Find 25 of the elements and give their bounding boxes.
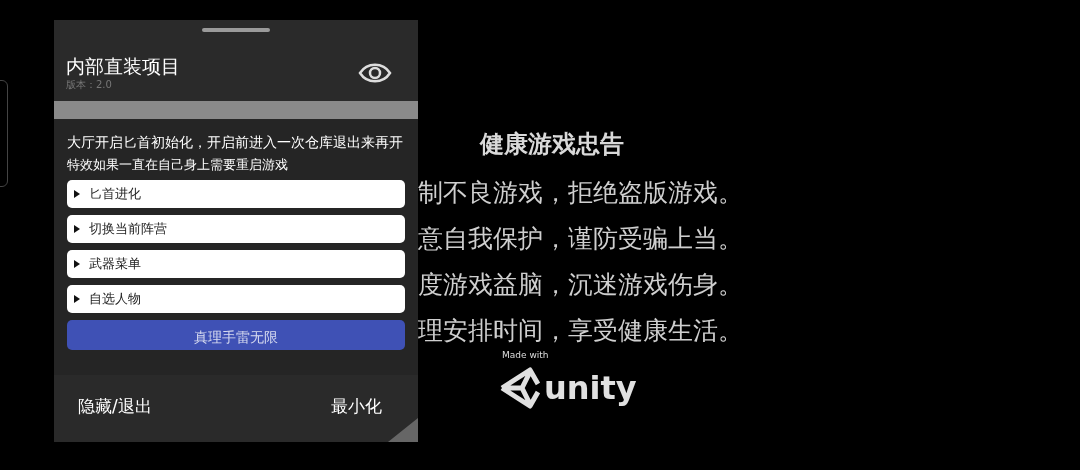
caret-right-icon — [73, 260, 81, 268]
menu-item[interactable]: 武器菜单 — [67, 250, 405, 278]
menu-item[interactable]: 切换当前阵营 — [67, 215, 405, 243]
panel-title: 内部直装项目 — [66, 54, 180, 78]
action-button[interactable]: 真理手雷无限 — [67, 320, 405, 350]
notice-line: 制不良游戏，拒绝盗版游戏。 — [418, 177, 743, 209]
logo-text: unity — [544, 370, 637, 406]
minimize-button[interactable]: 最小化 — [331, 393, 382, 420]
notice-title: 健康游戏忠告 — [480, 129, 625, 160]
hide-exit-button[interactable]: 隐藏/退出 — [78, 393, 152, 420]
notice-text: 大厅开启匕首初始化，开启前进入一次仓库退出来再开 — [67, 133, 404, 151]
made-with-label: Made with — [502, 350, 550, 361]
menu-item[interactable]: 匕首进化 — [67, 180, 405, 208]
caret-right-icon — [73, 295, 81, 303]
resize-handle-icon[interactable] — [388, 418, 418, 442]
version-label: 版本：2.0 — [66, 78, 113, 91]
notice-text: 特效如果一直在自己身上需要重启游戏 — [67, 156, 289, 174]
caret-right-icon — [73, 225, 81, 233]
caret-right-icon — [73, 190, 81, 198]
notice-line: 度游戏益脑，沉迷游戏伤身。 — [418, 269, 743, 301]
cube-logo-icon — [500, 367, 540, 409]
drag-handle[interactable] — [202, 28, 270, 32]
notice-line: 意自我保护，谨防受骗上当。 — [418, 223, 743, 255]
menu-item[interactable]: 自选人物 — [67, 285, 405, 313]
notice-line: 理安排时间，享受健康生活。 — [418, 315, 743, 347]
